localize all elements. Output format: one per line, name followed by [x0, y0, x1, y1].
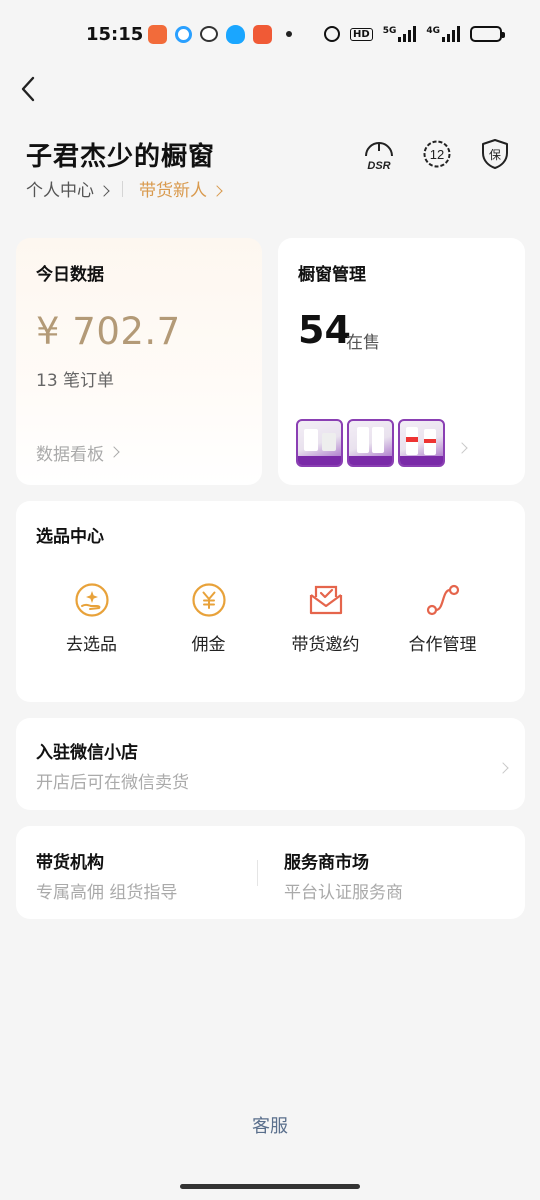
guarantee-label: 保: [489, 148, 501, 162]
today-data-title: 今日数据: [36, 265, 104, 285]
chevron-right-icon[interactable]: [452, 438, 468, 457]
app-notification-icon: [148, 24, 167, 44]
chevron-right-icon: [98, 185, 110, 197]
battery-icon: [470, 26, 505, 42]
link-separator: [122, 180, 123, 197]
product-thumbnail: [347, 419, 394, 467]
data-board-link[interactable]: 数据看板: [36, 440, 120, 465]
select-products-button[interactable]: 去选品: [33, 580, 150, 655]
back-button[interactable]: [14, 72, 42, 106]
status-bar: 15:15 HD 5G 4G: [0, 0, 540, 68]
personal-center-link[interactable]: 个人中心: [26, 176, 110, 201]
status-indicators: HD 5G 4G: [324, 26, 505, 42]
browser-notification-icon: [175, 25, 192, 43]
chat-notification-icon: [200, 26, 218, 42]
guarantee-button[interactable]: 保: [478, 136, 512, 172]
dsr-button[interactable]: DSR: [362, 136, 396, 172]
qq-notification-icon: [226, 24, 245, 44]
select-center-grid: 去选品 佣金 带货邀约 合作管理: [16, 580, 525, 655]
invitation-envelope-icon: [306, 580, 346, 620]
new-seller-label: 带货新人: [139, 181, 207, 201]
signal-4g-icon: [442, 26, 460, 42]
chevron-left-icon: [21, 76, 35, 102]
selling-org-title[interactable]: 带货机构: [36, 848, 104, 873]
signal-5g: 5G: [383, 26, 417, 42]
select-center-title: 选品中心: [36, 527, 104, 547]
home-indicator[interactable]: [180, 1184, 360, 1189]
dsr-gauge-icon: DSR: [365, 142, 393, 172]
level-badge-button[interactable]: 12: [420, 136, 454, 172]
service-market-subtitle: 平台认证服务商: [284, 883, 403, 903]
cooperation-management-label: 合作管理: [408, 635, 477, 655]
shop-notification-icon: [253, 24, 272, 44]
on-sale-label: 在售: [346, 333, 380, 353]
signal-5g-icon: [398, 26, 417, 42]
wechat-store-subtitle: 开店后可在微信卖货: [36, 773, 189, 793]
more-notifications-dot: [286, 31, 292, 37]
personal-center-label: 个人中心: [26, 181, 94, 201]
invitation-label: 带货邀约: [291, 635, 360, 655]
chevron-right-icon: [108, 445, 120, 458]
chevron-right-icon: [493, 758, 509, 777]
level-badge-icon: 12: [423, 140, 451, 168]
today-sales-amount: ¥ 702.7: [36, 310, 181, 353]
dsr-label: DSR: [367, 160, 390, 172]
hand-star-icon: [72, 580, 112, 620]
cooperation-path-icon: [423, 580, 463, 620]
shop-title: 子君杰少的橱窗: [26, 142, 216, 172]
alarm-icon: [324, 26, 341, 42]
data-board-label: 数据看板: [36, 445, 104, 465]
wechat-store-card[interactable]: [16, 718, 525, 810]
customer-service-link[interactable]: 客服: [0, 1112, 540, 1138]
header-links: 个人中心 带货新人: [26, 176, 223, 201]
card-divider: [257, 860, 258, 886]
status-app-icons: [148, 24, 272, 44]
product-thumbnail: [398, 419, 445, 467]
today-orders-count: 13 笔订单: [36, 371, 115, 391]
commission-button[interactable]: 佣金: [150, 580, 267, 655]
new-seller-link[interactable]: 带货新人: [139, 176, 223, 201]
shield-icon: 保: [482, 139, 508, 169]
status-time: 15:15: [86, 23, 144, 45]
cooperation-management-button[interactable]: 合作管理: [384, 580, 501, 655]
commission-label: 佣金: [191, 635, 226, 655]
product-thumbnails[interactable]: [296, 419, 445, 467]
window-management-title: 橱窗管理: [298, 265, 366, 285]
selling-org-subtitle: 专属高佣 组货指导: [36, 883, 178, 903]
level-badge-label: 12: [430, 147, 444, 162]
header-icons: DSR 12 保: [362, 136, 512, 172]
product-thumbnail: [296, 419, 343, 467]
select-products-label: 去选品: [66, 635, 117, 655]
service-market-title[interactable]: 服务商市场: [284, 848, 369, 873]
net-5g-label: 5G: [382, 26, 397, 36]
yen-coin-icon: [189, 580, 229, 620]
hd-badge: HD: [350, 27, 373, 41]
net-4g-label: 4G: [426, 26, 440, 36]
signal-4g: 4G: [426, 26, 460, 42]
wechat-store-title: 入驻微信小店: [36, 743, 138, 763]
invitation-button[interactable]: 带货邀约: [267, 580, 384, 655]
on-sale-count: 54: [298, 308, 351, 352]
chevron-right-icon: [211, 185, 223, 197]
